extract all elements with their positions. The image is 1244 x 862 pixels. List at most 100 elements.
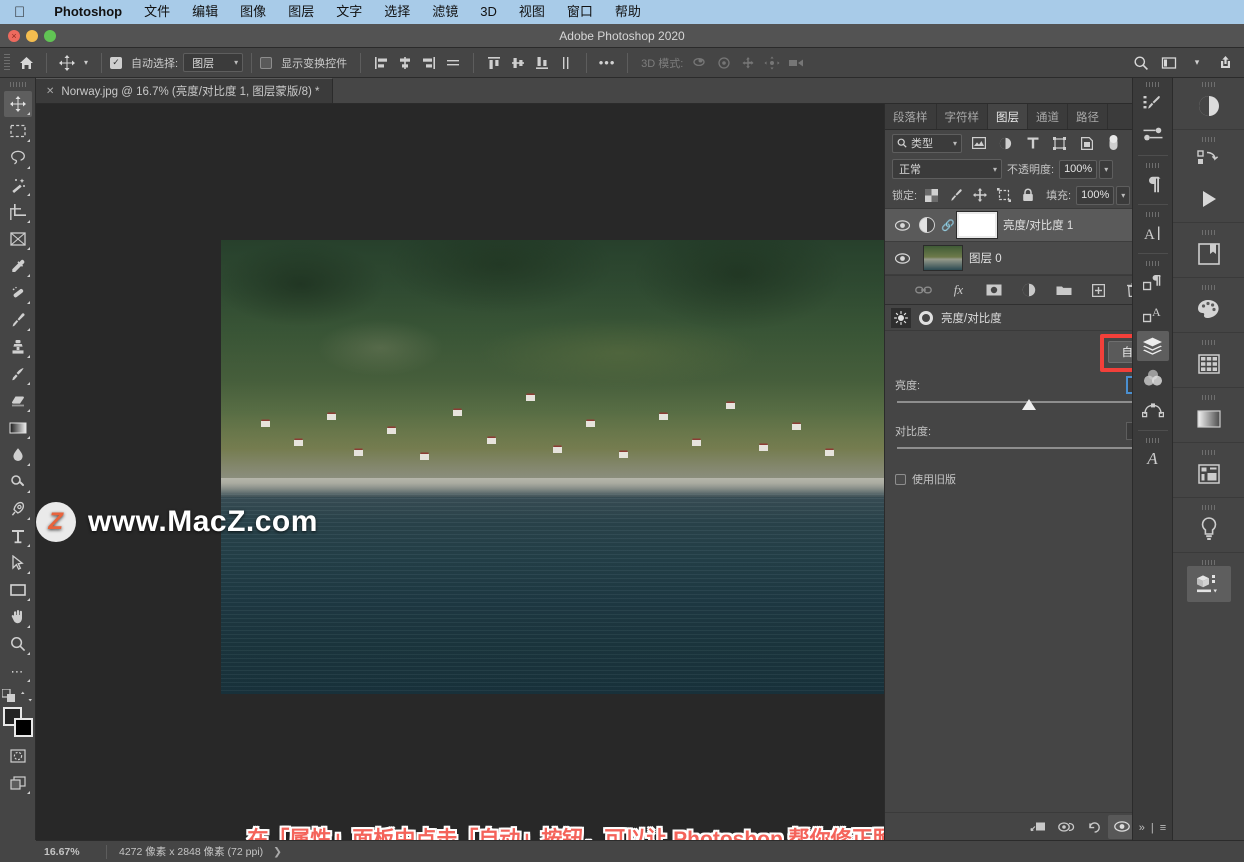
adjustments-script-icon[interactable]: A [1137, 444, 1169, 474]
new-group-icon[interactable] [1055, 281, 1073, 299]
layer-style-icon[interactable]: fx [950, 281, 968, 299]
menu-item-image[interactable]: 图像 [229, 0, 277, 24]
magic-wand-tool[interactable] [4, 172, 32, 198]
chevron-down-icon[interactable]: ▾ [1116, 186, 1130, 205]
rail-expand-icon[interactable]: » [1139, 822, 1145, 834]
menu-item-type[interactable]: 文字 [325, 0, 373, 24]
rail-grip[interactable] [1202, 230, 1216, 235]
canvas-area[interactable]: Z www.MacZ.com 在「属性」面板中点击「自动」按钮，可以让 Phot… [36, 104, 884, 840]
more-options-icon[interactable]: ••• [595, 52, 619, 74]
eraser-tool[interactable] [4, 388, 32, 414]
share-icon[interactable] [1212, 52, 1238, 74]
contrast-slider[interactable] [897, 445, 1160, 459]
fill-value[interactable]: 100% [1076, 186, 1114, 205]
rail-grip[interactable] [1202, 340, 1216, 345]
layer-name[interactable]: 图层 0 [969, 250, 1002, 266]
3d-icon[interactable] [1187, 566, 1231, 602]
blur-tool[interactable] [4, 442, 32, 468]
background-color-swatch[interactable] [14, 718, 33, 737]
apple-icon[interactable]:  [14, 5, 25, 20]
link-layers-icon[interactable] [915, 281, 933, 299]
options-bar-grip[interactable] [4, 54, 10, 72]
adjustment-layer-thumbnail[interactable] [919, 217, 935, 233]
link-mask-icon[interactable]: 🔗 [941, 219, 951, 232]
menu-item-file[interactable]: 文件 [133, 0, 181, 24]
tab-paragraph-styles[interactable]: 段落样 [885, 104, 937, 129]
paths-icon[interactable] [1137, 395, 1169, 425]
brushes-icon[interactable] [1137, 120, 1169, 150]
layer-row-brightness-contrast[interactable]: 🔗 亮度/对比度 1 [885, 209, 1172, 242]
layer-mask-thumbnail[interactable] [957, 212, 997, 238]
default-colors-icon[interactable] [2, 689, 16, 703]
swatches-icon[interactable] [1187, 291, 1231, 327]
fill-control[interactable]: 100% ▾ [1076, 186, 1130, 205]
tab-layers[interactable]: 图层 [988, 104, 1028, 129]
align-bottom-edges-icon[interactable] [530, 52, 554, 74]
auto-select-dropdown[interactable]: 图层 ▾ [183, 53, 243, 72]
clone-stamp-tool[interactable] [4, 334, 32, 360]
tools-panel-grip[interactable] [10, 82, 26, 87]
brush-presets-icon[interactable] [1187, 456, 1231, 492]
quick-mask-icon[interactable] [4, 743, 32, 769]
character-icon[interactable]: A [1137, 218, 1169, 248]
align-left-edges-icon[interactable] [369, 52, 393, 74]
shape-filter-icon[interactable] [1049, 133, 1070, 153]
lock-artboard-icon[interactable] [994, 186, 1013, 205]
patterns-icon[interactable] [1187, 346, 1231, 382]
minimize-window-button[interactable] [26, 30, 38, 42]
chevron-down-icon[interactable]: ▾ [84, 58, 88, 67]
rail-grip[interactable] [1202, 560, 1216, 565]
adjustment-filter-icon[interactable] [995, 133, 1016, 153]
blend-mode-dropdown[interactable]: 正常 ▾ [892, 159, 1002, 179]
rail-grip[interactable] [1146, 82, 1160, 87]
rail-grip[interactable] [1202, 137, 1216, 142]
learn-icon[interactable] [1187, 511, 1231, 547]
layer-visibility-icon[interactable] [891, 253, 913, 264]
auto-select-checkbox[interactable]: ✓ [110, 57, 122, 69]
maximize-window-button[interactable] [44, 30, 56, 42]
crop-tool[interactable] [4, 199, 32, 225]
actions-icon[interactable] [1187, 181, 1231, 217]
distribute-horizontal-icon[interactable] [441, 52, 465, 74]
tab-paths[interactable]: 路径 [1068, 104, 1108, 129]
align-vertical-centers-icon[interactable] [506, 52, 530, 74]
gradients-icon[interactable] [1187, 401, 1231, 437]
document-tab-norway[interactable]: ✕ Norway.jpg @ 16.7% (亮度/对比度 1, 图层蒙版/8) … [36, 78, 333, 103]
pixel-filter-icon[interactable] [968, 133, 989, 153]
character-styles-icon[interactable]: A [1137, 299, 1169, 329]
history-icon[interactable] [1187, 143, 1231, 179]
lock-all-icon[interactable] [1018, 186, 1037, 205]
rail-grip[interactable] [1202, 395, 1216, 400]
layer-row-background[interactable]: 图层 0 [885, 242, 1172, 275]
menu-item-view[interactable]: 视图 [508, 0, 556, 24]
rail-grip[interactable] [1146, 163, 1160, 168]
layers-icon[interactable] [1137, 331, 1169, 361]
rail-grip[interactable] [1146, 261, 1160, 266]
brush-tool[interactable] [4, 307, 32, 333]
new-layer-icon[interactable] [1090, 281, 1108, 299]
rectangle-tool[interactable] [4, 577, 32, 603]
opacity-control[interactable]: 100% ▾ [1059, 160, 1113, 179]
rail-grip[interactable] [1146, 212, 1160, 217]
show-transform-checkbox[interactable] [260, 57, 272, 69]
libraries-icon[interactable] [1187, 236, 1231, 272]
gradient-tool[interactable] [4, 415, 32, 441]
search-icon[interactable] [1128, 52, 1154, 74]
layer-visibility-icon[interactable] [891, 220, 913, 231]
smart-object-filter-icon[interactable] [1076, 133, 1097, 153]
screen-mode-icon[interactable] [4, 770, 32, 796]
close-window-button[interactable] [8, 30, 20, 42]
chevron-down-icon[interactable]: ▾ [1099, 160, 1113, 179]
lock-transparency-icon[interactable] [922, 186, 941, 205]
use-legacy-checkbox[interactable] [895, 474, 906, 485]
rail-grip[interactable] [1202, 505, 1216, 510]
color-swatches[interactable] [3, 707, 33, 737]
brush-settings-icon[interactable] [1137, 88, 1169, 118]
healing-brush-tool[interactable] [4, 280, 32, 306]
clip-to-layer-icon[interactable] [1024, 815, 1052, 839]
layer-name[interactable]: 亮度/对比度 1 [1003, 217, 1073, 233]
align-horizontal-centers-icon[interactable] [393, 52, 417, 74]
type-tool[interactable] [4, 523, 32, 549]
chevron-down-icon[interactable]: ▾ [1184, 52, 1210, 74]
pen-tool[interactable] [4, 496, 32, 522]
